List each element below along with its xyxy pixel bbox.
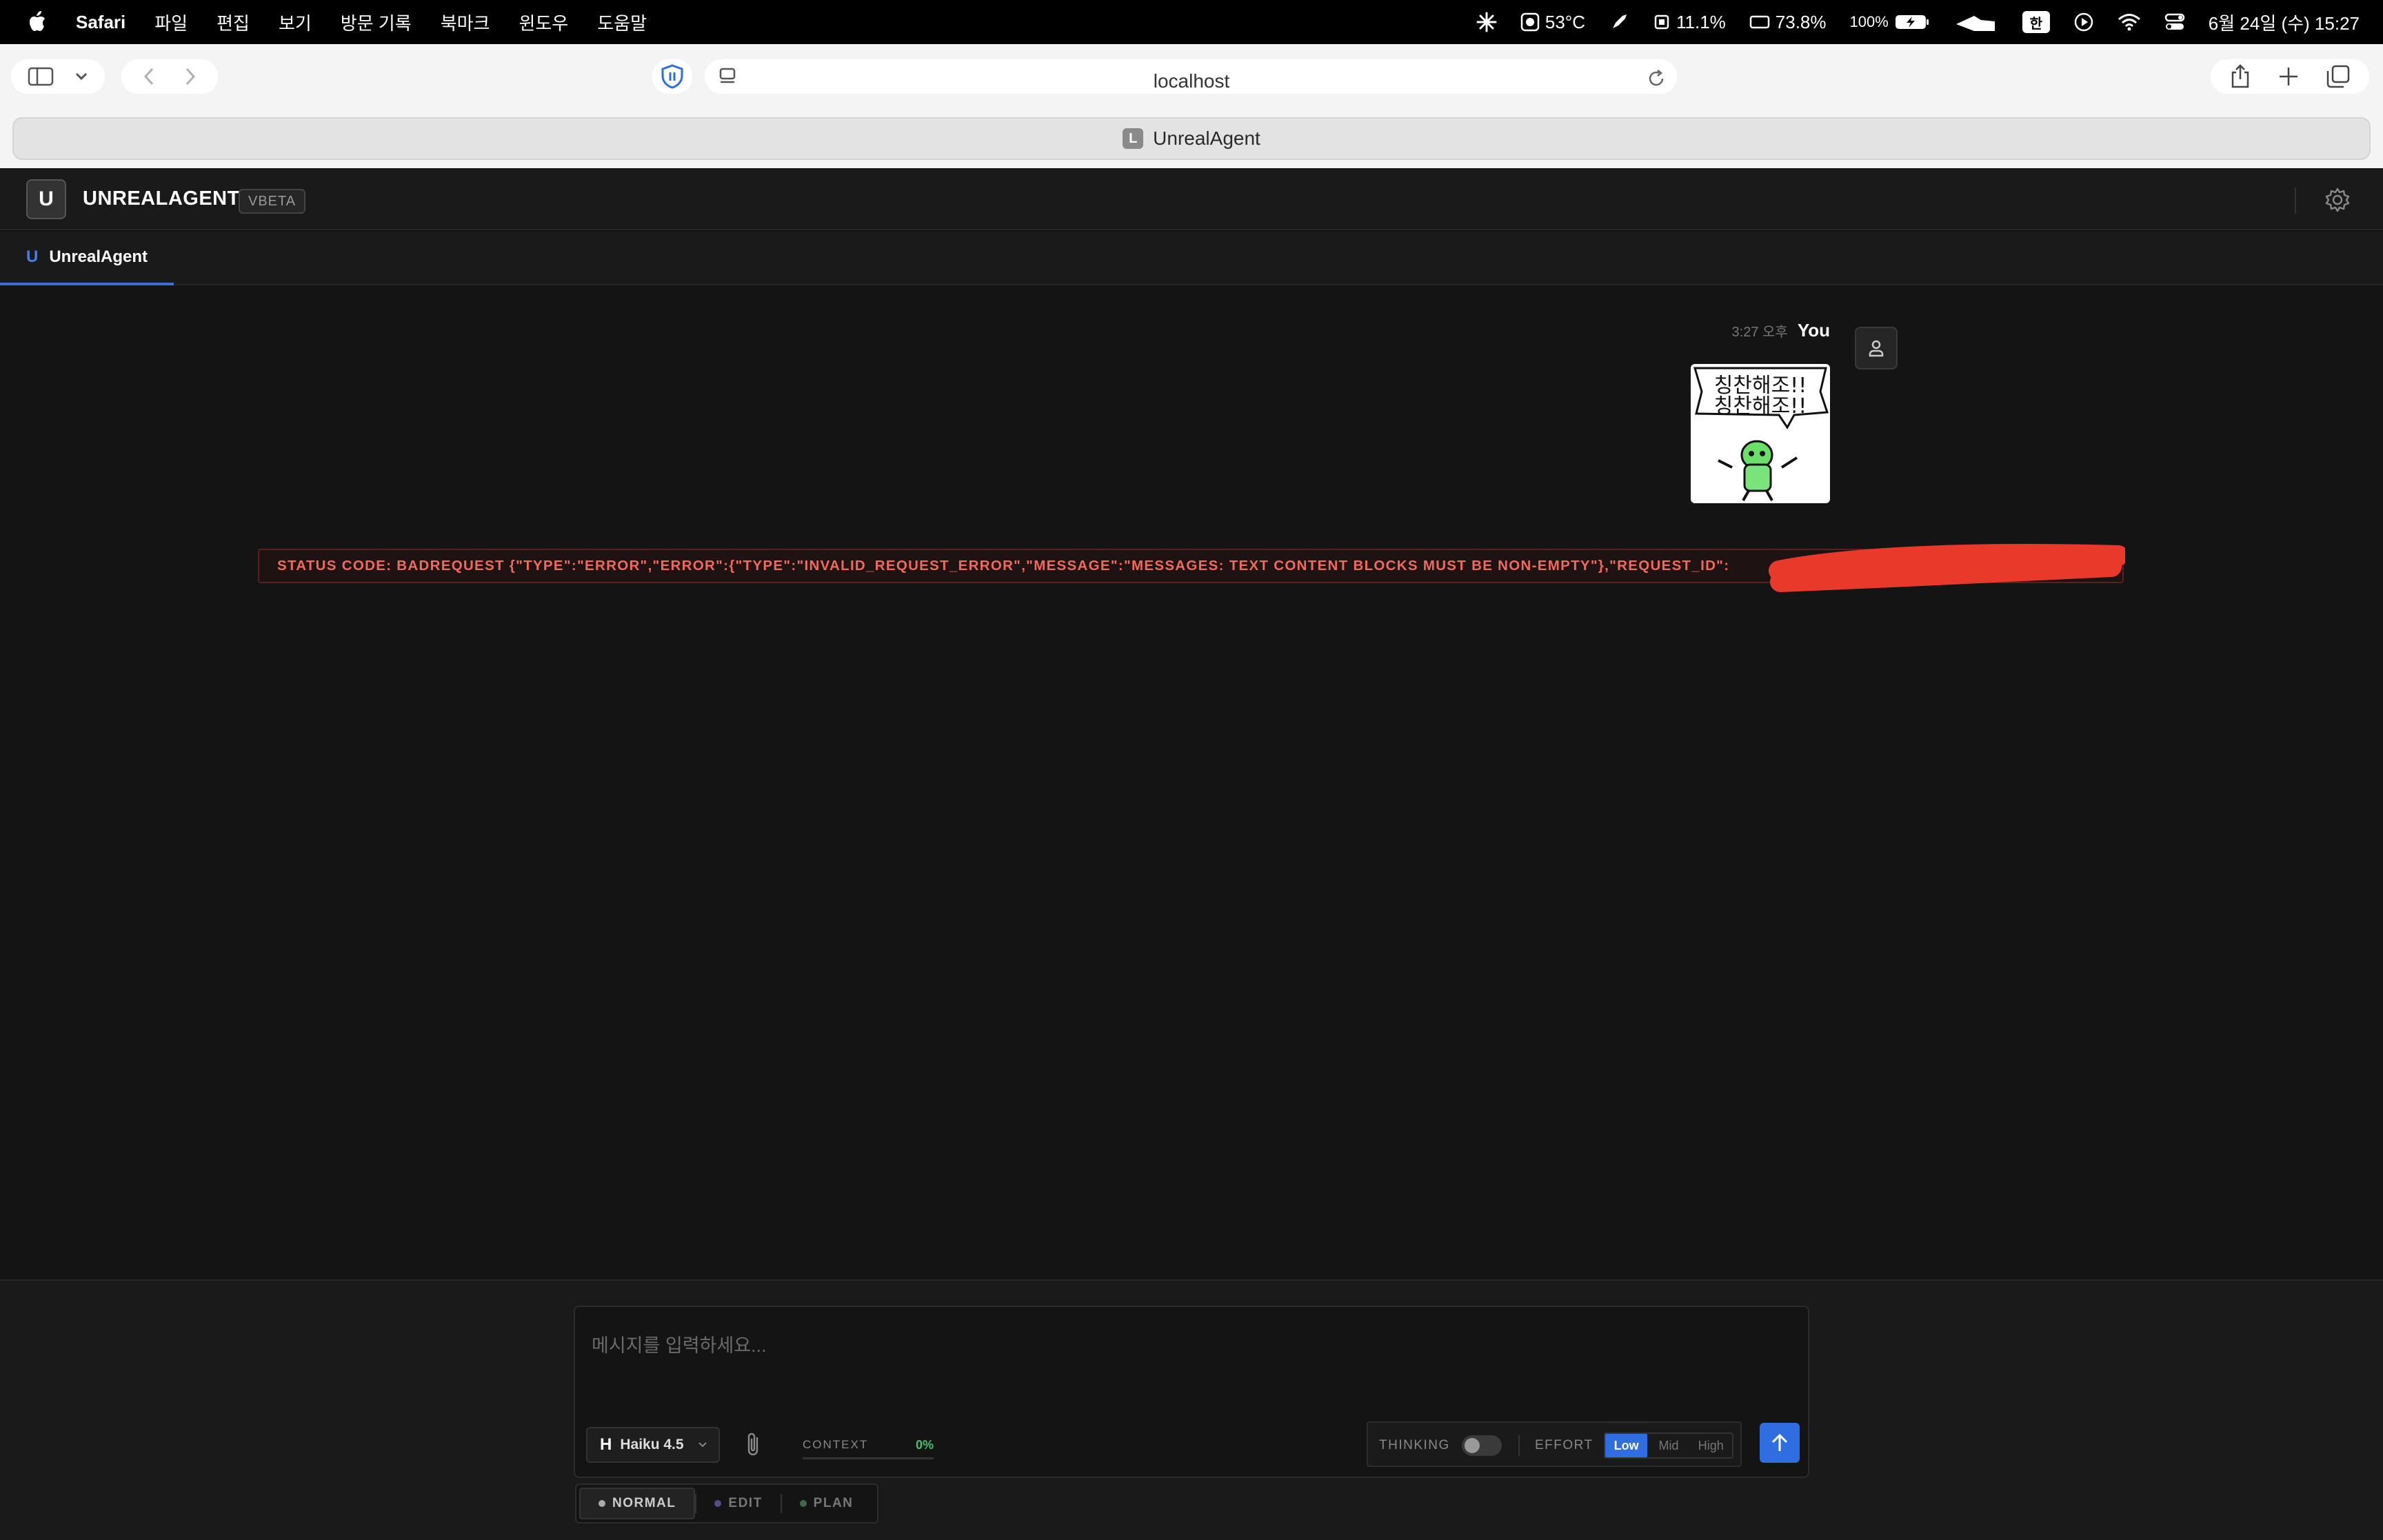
tab-label: UnrealAgent bbox=[49, 247, 148, 266]
app-tab-strip: U UnrealAgent bbox=[0, 232, 2383, 285]
tab-favicon: L bbox=[1123, 128, 1144, 149]
keyboard-hand-icon[interactable] bbox=[1953, 10, 1999, 34]
mode-switcher: NORMAL EDIT PLAN bbox=[575, 1483, 878, 1523]
effort-label: EFFORT bbox=[1535, 1438, 1593, 1452]
new-tab-icon[interactable] bbox=[2278, 66, 2299, 87]
options-divider bbox=[1518, 1435, 1520, 1456]
app-name: UNREALAGENT bbox=[83, 188, 240, 210]
safari-tab[interactable]: L UnrealAgent bbox=[12, 117, 2371, 160]
model-icon: H bbox=[600, 1435, 612, 1454]
tab-overview-icon[interactable] bbox=[2326, 65, 2350, 88]
mode-normal[interactable]: NORMAL bbox=[579, 1488, 696, 1519]
menu-help[interactable]: 도움말 bbox=[597, 10, 647, 35]
model-name: Haiku 4.5 bbox=[620, 1437, 684, 1452]
menu-clock[interactable]: 6월 24일 (수) 15:27 bbox=[2209, 10, 2360, 35]
header-divider bbox=[2295, 188, 2296, 214]
menu-window[interactable]: 윈도우 bbox=[519, 10, 568, 35]
menu-edit[interactable]: 편집 bbox=[217, 10, 250, 35]
cpu-status[interactable]: 11.1% bbox=[1653, 12, 1726, 33]
context-label: CONTEXT bbox=[803, 1438, 869, 1451]
temperature-status[interactable]: 53°C bbox=[1520, 12, 1585, 33]
share-icon[interactable] bbox=[2230, 64, 2251, 89]
composer-box: H Haiku 4.5 CONTEXT 0% THINKING EFFORT L… bbox=[574, 1306, 1809, 1478]
macos-menu-bar: Safari 파일 편집 보기 방문 기록 북마크 윈도우 도움말 53°C 1… bbox=[0, 0, 2383, 44]
memory-value: 73.8% bbox=[1775, 11, 1827, 32]
context-value: 0% bbox=[915, 1438, 934, 1452]
menu-history[interactable]: 방문 기록 bbox=[341, 10, 412, 35]
menu-view[interactable]: 보기 bbox=[279, 10, 312, 35]
toggle-knob bbox=[1465, 1438, 1480, 1453]
context-meter: CONTEXT 0% bbox=[803, 1438, 934, 1459]
sticker-image[interactable]: 칭찬해조!! 칭찬해조!! bbox=[1691, 364, 1830, 503]
paperclip-icon[interactable] bbox=[739, 1430, 767, 1460]
menu-bookmarks[interactable]: 북마크 bbox=[441, 10, 490, 35]
cpu-value: 11.1% bbox=[1676, 11, 1726, 32]
reload-icon[interactable] bbox=[1647, 69, 1666, 88]
battery-charging-icon bbox=[1895, 15, 1929, 29]
options-panel: THINKING EFFORT Low Mid High bbox=[1367, 1421, 1742, 1467]
fan-icon bbox=[1520, 12, 1540, 32]
composer-area: H Haiku 4.5 CONTEXT 0% THINKING EFFORT L… bbox=[0, 1279, 2383, 1540]
menu-file[interactable]: 파일 bbox=[154, 10, 188, 35]
temperature-value: 53°C bbox=[1545, 11, 1585, 32]
mode-plan-label: PLAN bbox=[813, 1496, 854, 1510]
mode-dot bbox=[799, 1500, 807, 1507]
effort-selector: Low Mid High bbox=[1604, 1432, 1733, 1459]
apple-icon[interactable] bbox=[26, 10, 47, 34]
app-logo: U bbox=[26, 179, 66, 219]
rocket-icon[interactable] bbox=[1609, 12, 1629, 32]
error-message: STATUS CODE: BADREQUEST {"TYPE":"ERROR",… bbox=[277, 558, 1730, 574]
sparkle-icon[interactable] bbox=[1476, 12, 1497, 32]
version-badge: VBETA bbox=[239, 189, 306, 214]
memory-status[interactable]: 73.8% bbox=[1749, 12, 1827, 33]
gear-icon[interactable] bbox=[2324, 186, 2351, 214]
mode-dot bbox=[599, 1500, 605, 1507]
cpu-icon bbox=[1654, 14, 1669, 30]
user-icon bbox=[1869, 340, 1884, 357]
tab-title: UnrealAgent bbox=[1153, 128, 1260, 149]
control-center-icon[interactable] bbox=[2164, 12, 2185, 32]
send-button[interactable] bbox=[1760, 1423, 1800, 1463]
mode-normal-label: NORMAL bbox=[612, 1496, 676, 1510]
chevron-down-icon bbox=[698, 1442, 707, 1448]
message-input[interactable] bbox=[592, 1325, 1764, 1366]
message-time: 3:27 오후 bbox=[1731, 325, 1788, 340]
mode-edit-label: EDIT bbox=[728, 1496, 763, 1510]
memory-icon bbox=[1749, 15, 1770, 29]
thinking-label: THINKING bbox=[1379, 1438, 1450, 1452]
message-author: You bbox=[1797, 320, 1830, 341]
input-method-indicator[interactable]: 한 bbox=[2022, 11, 2050, 33]
battery-status[interactable]: 100% bbox=[1850, 13, 1930, 31]
effort-high[interactable]: High bbox=[1690, 1434, 1732, 1457]
effort-low[interactable]: Low bbox=[1605, 1434, 1648, 1457]
tab-icon: U bbox=[26, 247, 39, 266]
tab-unrealagent[interactable]: U UnrealAgent bbox=[0, 232, 174, 285]
mode-plan[interactable]: PLAN bbox=[782, 1488, 872, 1519]
context-track bbox=[803, 1457, 934, 1459]
user-avatar bbox=[1855, 327, 1898, 369]
message-header: 3:27 오후 You bbox=[1732, 320, 1830, 341]
thinking-toggle[interactable] bbox=[1462, 1435, 1502, 1456]
battery-value: 100% bbox=[1849, 13, 1889, 30]
arrow-up-icon bbox=[1771, 1433, 1788, 1451]
chat-area: 3:27 오후 You 칭찬해조!! 칭찬해조!! STATUS CODE: B… bbox=[0, 287, 2383, 1279]
address-text[interactable]: localhost bbox=[0, 70, 2383, 92]
redaction-scribble bbox=[1769, 544, 2125, 592]
menu-app-name[interactable]: Safari bbox=[76, 12, 125, 33]
app-header: U UNREALAGENT VBETA bbox=[0, 170, 2383, 230]
model-selector[interactable]: H Haiku 4.5 bbox=[586, 1427, 720, 1463]
mode-dot bbox=[714, 1500, 722, 1507]
input-method-label: 한 bbox=[2029, 16, 2042, 32]
right-actions bbox=[2211, 59, 2369, 94]
sticker-text-line-2: 칭찬해조!! bbox=[1713, 394, 1807, 418]
effort-mid[interactable]: Mid bbox=[1647, 1434, 1689, 1457]
safari-toolbar: localhost L UnrealAgent bbox=[0, 44, 2383, 168]
wifi-icon[interactable] bbox=[2118, 13, 2141, 31]
mode-edit[interactable]: EDIT bbox=[696, 1488, 780, 1519]
play-circle-icon[interactable] bbox=[2073, 12, 2094, 32]
